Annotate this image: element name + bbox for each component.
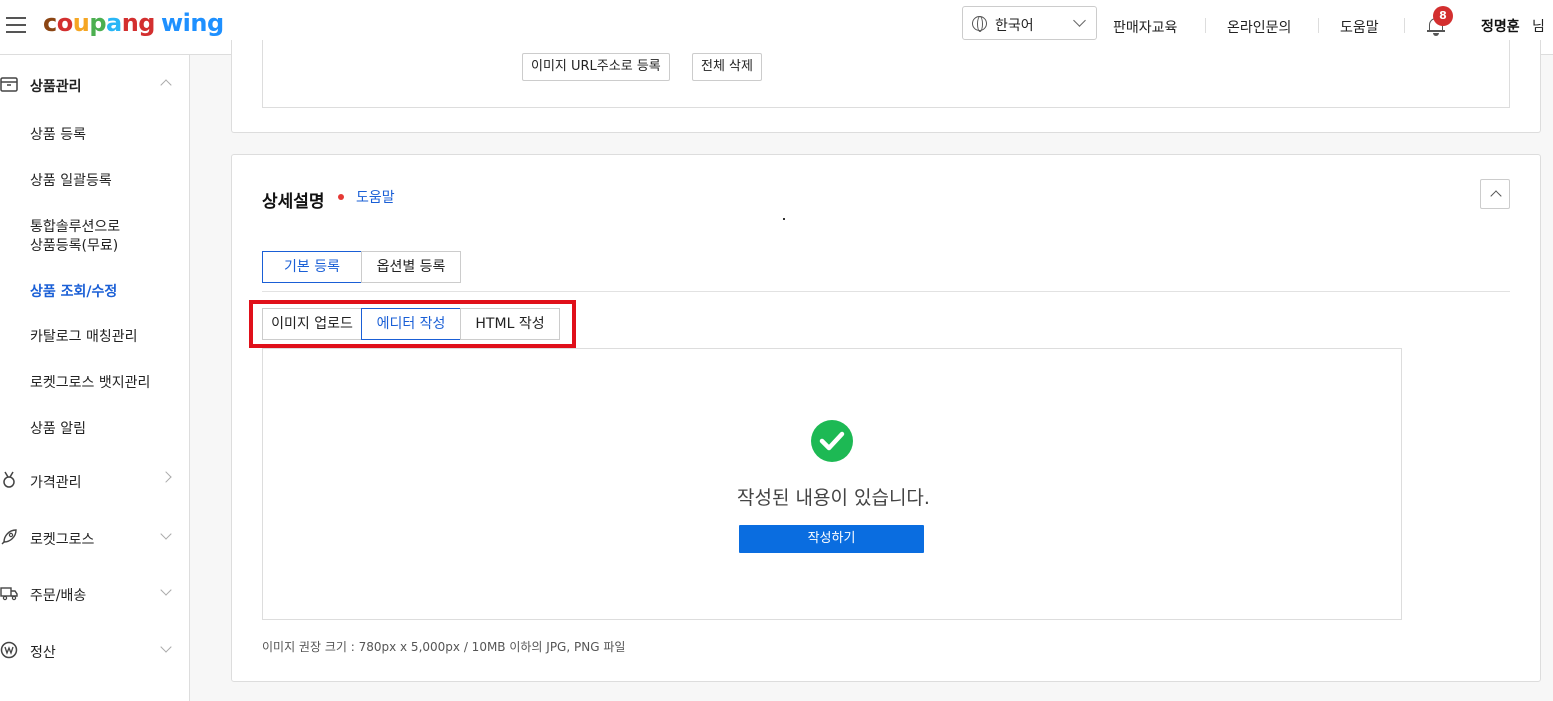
sidebar-section-settlement[interactable]: 정산 [0,635,190,665]
sidebar-item-product-register[interactable]: 상품 등록 [30,126,86,145]
image-upload-area [262,40,1510,108]
sidebar-item-integrated-solution-line2[interactable]: 상품등록(무료) [30,237,118,256]
sidebar-section-label: 로켓그로스 [30,532,95,548]
sidebar-item-rocket-badge[interactable]: 로켓그로스 뱃지관리 [30,374,150,393]
sidebar-section-label: 주문/배송 [30,588,87,604]
truck-icon [0,587,18,601]
notification-badge: 8 [1433,6,1453,26]
image-size-hint: 이미지 권장 크기 : 780px x 5,000px / 10MB 이하의 J… [262,640,626,654]
won-coin-icon [0,641,18,659]
chevron-down-icon [1073,14,1086,27]
box-icon [0,77,18,92]
user-honorific: 님 [1532,19,1545,35]
tab-image-upload[interactable]: 이미지 업로드 [262,308,362,340]
sidebar-item-catalog-matching[interactable]: 카탈로그 매칭관리 [30,328,138,347]
sidebar-item-integrated-solution[interactable]: 통합솔루션으로 [30,218,120,237]
image-url-register-button[interactable]: 이미지 URL주소로 등록 [522,53,670,81]
chevron-down-icon [160,641,172,653]
language-select[interactable]: 한국어 [962,6,1097,40]
tab-divider [262,291,1510,292]
sidebar-section-order-shipping[interactable]: 주문/배송 [0,578,190,608]
write-button[interactable]: 작성하기 [739,525,924,553]
chevron-down-icon [160,528,172,540]
language-label: 한국어 [995,18,1034,34]
status-message: 작성된 내용이 있습니다. [737,487,930,509]
coupang-wing-logo[interactable]: coupang wing [43,9,224,37]
nav-online-inquiry[interactable]: 온라인문의 [1227,17,1291,37]
sidebar-section-product-mgmt[interactable]: 상품관리 [0,69,190,99]
tab-editor-write[interactable]: 에디터 작성 [361,308,461,340]
chevron-down-icon [160,584,172,596]
nav-seller-education[interactable]: 판매자교육 [1113,17,1177,37]
tab-option-register[interactable]: 옵션별 등록 [361,251,461,283]
help-link[interactable]: 도움말 [356,187,395,207]
check-circle-icon [811,420,853,462]
sidebar-section-label: 상품관리 [30,79,82,95]
required-indicator [338,194,344,200]
sidebar-item-bulk-register[interactable]: 상품 일괄등록 [30,172,112,191]
chevron-up-icon [1490,190,1502,202]
nav-divider [1318,18,1319,33]
stray-dot [783,218,785,220]
section-title: 상세설명 [262,192,325,212]
sidebar-item-product-alert[interactable]: 상품 알림 [30,420,86,439]
sidebar-section-label: 가격관리 [30,475,82,491]
collapse-button[interactable] [1480,179,1510,209]
globe-icon [972,16,987,32]
nav-divider [1404,18,1405,33]
menu-icon[interactable] [6,17,26,33]
sidebar-section-rocket-growth[interactable]: 로켓그로스 [0,522,190,552]
user-name[interactable]: 정명훈 [1481,16,1520,36]
tab-basic-register[interactable]: 기본 등록 [262,251,362,283]
sidebar-item-product-edit[interactable]: 상품 조회/수정 [30,283,117,302]
sidebar-section-label: 정산 [30,645,56,661]
sidebar: 상품관리 상품 등록 상품 일괄등록 통합솔루션으로 상품등록(무료) 상품 조… [0,55,190,701]
medal-icon [3,471,15,488]
delete-all-button[interactable]: 전체 삭제 [692,53,762,81]
rocket-icon [1,529,17,545]
chevron-right-icon [160,471,172,483]
nav-divider [1205,18,1206,33]
tab-html-write[interactable]: HTML 작성 [460,308,560,340]
nav-help[interactable]: 도움말 [1340,17,1379,37]
chevron-up-icon [160,79,172,91]
sidebar-section-price-mgmt[interactable]: 가격관리 [0,465,190,495]
